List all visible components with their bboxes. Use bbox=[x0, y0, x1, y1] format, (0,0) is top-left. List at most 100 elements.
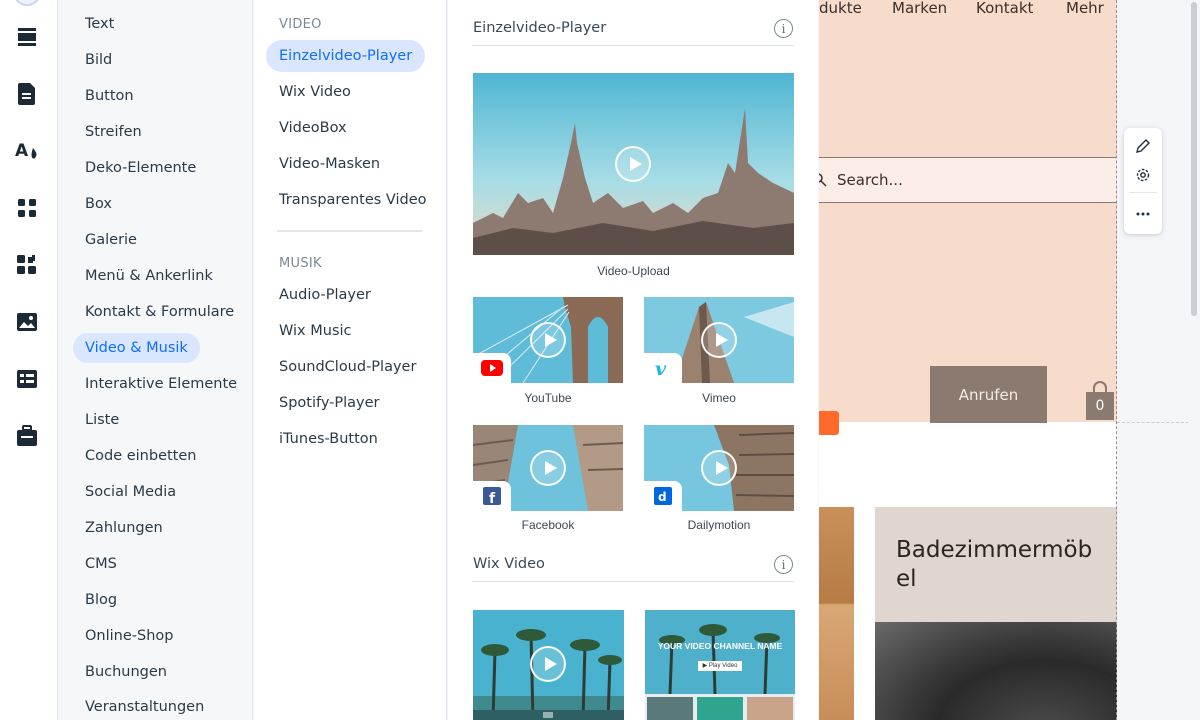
wix-video-player-thumbnail[interactable] bbox=[473, 610, 624, 720]
category-payments[interactable]: Zahlungen bbox=[73, 513, 175, 543]
svg-text:A: A bbox=[15, 141, 29, 161]
channel-title: YOUR VIDEO CHANNEL NAME bbox=[657, 641, 783, 651]
section-title-single-video: Einzelvideo-Player bbox=[473, 20, 607, 36]
section-divider bbox=[472, 581, 794, 582]
puzzle-icon[interactable] bbox=[15, 253, 39, 277]
category-social-media[interactable]: Social Media bbox=[73, 477, 188, 507]
vimeo-thumbnail[interactable]: v bbox=[644, 297, 794, 383]
caption-dailymotion: Dailymotion bbox=[687, 518, 751, 532]
nav-item-brands[interactable]: Marken bbox=[892, 0, 947, 17]
gridline bbox=[1117, 422, 1189, 423]
caption-youtube: YouTube bbox=[524, 391, 572, 405]
category-online-shop[interactable]: Online-Shop bbox=[73, 621, 185, 651]
category-video-music[interactable]: Video & Musik bbox=[73, 333, 200, 363]
info-icon[interactable]: i bbox=[774, 19, 793, 38]
category-gallery[interactable]: Galerie bbox=[73, 225, 149, 255]
category-bookings[interactable]: Buchungen bbox=[73, 657, 179, 687]
wood-image bbox=[819, 507, 854, 720]
section-divider bbox=[472, 45, 794, 46]
svg-text:v: v bbox=[655, 359, 667, 377]
media-icon[interactable] bbox=[15, 310, 39, 334]
subcategory-panel: VIDEO Einzelvideo-Player Wix Video Video… bbox=[254, 0, 447, 720]
sub-wix-video[interactable]: Wix Video bbox=[266, 76, 364, 108]
facebook-icon: f bbox=[473, 481, 511, 511]
svg-text:f: f bbox=[489, 491, 496, 505]
category-contact-forms[interactable]: Kontakt & Formulare bbox=[73, 297, 246, 327]
strip-icon[interactable] bbox=[15, 25, 39, 49]
call-button[interactable]: Anrufen bbox=[930, 366, 1047, 423]
sub-videobox[interactable]: VideoBox bbox=[266, 112, 360, 144]
play-icon bbox=[530, 322, 566, 358]
divider bbox=[277, 230, 422, 232]
nav-item-contact[interactable]: Kontakt bbox=[976, 0, 1033, 17]
category-panel: Text Bild Button Streifen Deko-Elemente … bbox=[59, 0, 253, 720]
pencil-icon[interactable] bbox=[1133, 136, 1153, 156]
category-text[interactable]: Text bbox=[73, 9, 126, 39]
category-interactive[interactable]: Interaktive Elemente bbox=[73, 369, 249, 399]
floating-toolbar bbox=[1124, 128, 1162, 234]
video-heading: VIDEO bbox=[279, 17, 322, 32]
youtube-icon bbox=[473, 353, 511, 383]
site-header[interactable] bbox=[819, 0, 1117, 422]
category-events[interactable]: Veranstaltungen bbox=[73, 692, 216, 720]
youtube-thumbnail[interactable] bbox=[473, 297, 623, 383]
vimeo-icon: v bbox=[644, 353, 682, 383]
sub-itunes-button[interactable]: iTunes-Button bbox=[266, 423, 391, 455]
scrollbar[interactable] bbox=[1188, 0, 1200, 720]
caption-facebook: Facebook bbox=[521, 518, 575, 532]
sub-single-video-player[interactable]: Einzelvideo-Player bbox=[266, 40, 426, 72]
site-canvas: dukte Marken Kontakt Mehr Search... Anru… bbox=[819, 0, 1117, 720]
sub-video-masks[interactable]: Video-Masken bbox=[266, 148, 393, 180]
sub-audio-player[interactable]: Audio-Player bbox=[266, 279, 384, 311]
category-decorative[interactable]: Deko-Elemente bbox=[73, 153, 208, 183]
table-icon[interactable] bbox=[15, 367, 39, 391]
category-image[interactable]: Bild bbox=[73, 45, 124, 75]
category-embed-code[interactable]: Code einbetten bbox=[73, 441, 208, 471]
divider bbox=[1129, 192, 1157, 193]
business-icon[interactable] bbox=[15, 424, 39, 448]
play-icon bbox=[530, 646, 566, 682]
play-icon bbox=[530, 450, 566, 486]
preview-panel: Einzelvideo-Player i Video-Upload YouTub… bbox=[448, 0, 818, 720]
category-cms[interactable]: CMS bbox=[73, 549, 129, 579]
caption-video-upload: Video-Upload bbox=[597, 264, 670, 278]
caption-vimeo: Vimeo bbox=[702, 391, 736, 405]
video-upload-thumbnail[interactable] bbox=[473, 73, 794, 255]
tool-rail: A bbox=[0, 0, 58, 720]
svg-text:d: d bbox=[658, 490, 667, 504]
category-list[interactable]: Liste bbox=[73, 405, 131, 435]
more-icon[interactable] bbox=[1133, 204, 1153, 224]
nav-item-products[interactable]: dukte bbox=[819, 0, 862, 17]
theme-icon[interactable]: A bbox=[15, 138, 39, 162]
category-button[interactable]: Button bbox=[73, 81, 146, 111]
page-icon[interactable] bbox=[15, 82, 39, 106]
category-blog[interactable]: Blog bbox=[73, 585, 129, 615]
wix-video-channel-thumbnail[interactable]: YOUR VIDEO CHANNEL NAME ▶ Play Video bbox=[645, 610, 795, 720]
play-icon bbox=[701, 450, 737, 486]
add-elements-icon[interactable] bbox=[13, 0, 41, 6]
site-search-bar[interactable]: Search... bbox=[819, 157, 1117, 203]
apps-icon[interactable] bbox=[15, 196, 39, 220]
sub-transparent-video[interactable]: Transparentes Video bbox=[266, 184, 440, 216]
facebook-thumbnail[interactable]: f bbox=[473, 425, 623, 511]
category-strips[interactable]: Streifen bbox=[73, 117, 154, 147]
music-heading: MUSIK bbox=[279, 256, 322, 271]
category-box[interactable]: Box bbox=[73, 189, 124, 219]
gear-icon[interactable] bbox=[1133, 165, 1153, 185]
info-icon[interactable]: i bbox=[774, 555, 793, 574]
anchor-tag[interactable] bbox=[819, 411, 839, 435]
search-input[interactable]: Search... bbox=[837, 171, 903, 189]
product-image bbox=[875, 622, 1117, 720]
category-menu-anchor[interactable]: Menü & Ankerlink bbox=[73, 261, 225, 291]
sub-wix-music[interactable]: Wix Music bbox=[266, 315, 365, 347]
dailymotion-icon: d bbox=[644, 481, 682, 511]
product-tile-title: Badezimmermöb el bbox=[896, 537, 1093, 592]
sub-soundcloud-player[interactable]: SoundCloud-Player bbox=[266, 351, 429, 383]
play-icon bbox=[615, 146, 651, 182]
sub-spotify-player[interactable]: Spotify-Player bbox=[266, 387, 393, 419]
nav-item-more[interactable]: Mehr bbox=[1066, 0, 1104, 17]
dailymotion-thumbnail[interactable]: d bbox=[644, 425, 794, 511]
search-icon bbox=[819, 173, 827, 187]
cart-icon[interactable]: 0 bbox=[1084, 380, 1116, 420]
scrollbar-thumb[interactable] bbox=[1191, 2, 1197, 316]
